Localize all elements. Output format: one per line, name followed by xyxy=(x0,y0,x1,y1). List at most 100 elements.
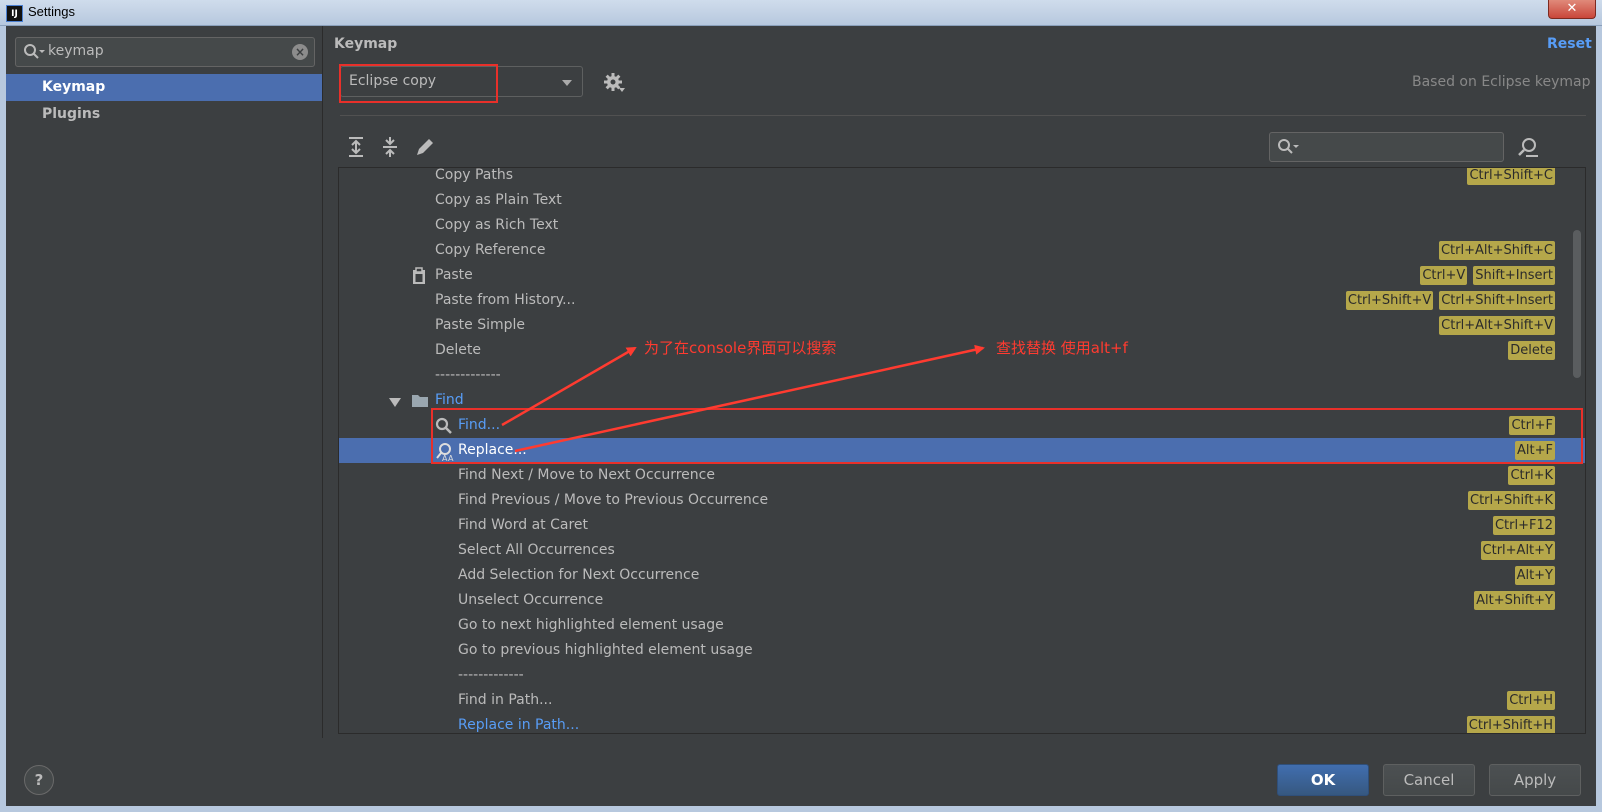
sidebar-item-plugins[interactable]: Plugins xyxy=(6,101,322,128)
shortcut-list: Ctrl+H xyxy=(1507,691,1555,710)
action-row[interactable]: Paste Ctrl+V Shift+Insert xyxy=(339,263,1585,288)
action-label: Find Next / Move to Next Occurrence xyxy=(458,467,715,483)
folder-icon xyxy=(411,392,429,417)
action-label: Select All Occurrences xyxy=(458,542,615,558)
settings-search-field[interactable]: × xyxy=(15,37,315,67)
action-label: Paste xyxy=(435,267,473,283)
shortcut-list: Ctrl+Shift+V Ctrl+Shift+Insert xyxy=(1345,291,1555,310)
action-label: Find Previous / Move to Previous Occurre… xyxy=(458,492,769,508)
tree-scrollbar[interactable] xyxy=(1573,230,1581,378)
shortcut-list: Ctrl+Alt+Y xyxy=(1480,541,1555,560)
shortcut-badge: Ctrl+Shift+Insert xyxy=(1439,291,1555,310)
shortcut-badge: Ctrl+Alt+Shift+C xyxy=(1438,241,1555,260)
settings-sidebar: × Keymap Plugins xyxy=(6,26,323,738)
chevron-down-icon xyxy=(562,80,572,86)
header-divider xyxy=(340,115,1586,116)
help-button[interactable]: ? xyxy=(24,765,54,795)
tree-group-row[interactable]: Find xyxy=(339,388,1585,413)
page-title: Keymap xyxy=(334,36,398,52)
edit-pencil-icon[interactable] xyxy=(415,136,435,158)
shortcut-list: Ctrl+Shift+C xyxy=(1467,168,1555,185)
shortcut-badge: Alt+Shift+Y xyxy=(1474,591,1555,610)
reset-link[interactable]: Reset xyxy=(1547,36,1592,52)
action-label: Copy as Rich Text xyxy=(435,217,559,233)
action-label: Replace... xyxy=(458,442,527,458)
action-row[interactable]: Paste from History... Ctrl+Shift+V Ctrl+Sh… xyxy=(339,288,1585,313)
shortcut-list: Ctrl+F12 xyxy=(1492,516,1555,535)
clear-search-icon[interactable]: × xyxy=(292,44,308,60)
clipboard-icon xyxy=(411,267,427,294)
action-label: Find xyxy=(435,392,464,408)
keymap-select[interactable]: Eclipse copy xyxy=(340,66,583,97)
intellij-app-icon: IJ xyxy=(6,5,23,22)
action-row[interactable]: Replace in Path... Ctrl+Shift+H xyxy=(339,713,1585,733)
action-row[interactable]: Find in Path... Ctrl+H xyxy=(339,688,1585,713)
action-label: Delete xyxy=(435,342,481,358)
action-label: Paste Simple xyxy=(435,317,526,333)
shortcut-badge: Delete xyxy=(1508,341,1555,360)
gear-icon[interactable] xyxy=(604,73,628,95)
shortcut-badge: Ctrl+F12 xyxy=(1492,516,1555,535)
find-by-shortcut-icon[interactable] xyxy=(1517,136,1539,158)
action-row[interactable]: Unselect Occurrence Alt+Shift+Y xyxy=(339,588,1585,613)
collapse-all-icon[interactable] xyxy=(380,136,400,158)
action-row[interactable]: Add Selection for Next Occurrence Alt+Y xyxy=(339,563,1585,588)
shortcut-filter-input[interactable] xyxy=(1304,137,1494,153)
sidebar-item-keymap[interactable]: Keymap xyxy=(6,74,322,101)
action-row[interactable]: Find... Ctrl+F xyxy=(339,413,1585,438)
action-label: Find Word at Caret xyxy=(458,517,588,533)
cancel-button[interactable]: Cancel xyxy=(1383,764,1475,796)
window-close-button[interactable]: ✕ xyxy=(1548,0,1596,19)
settings-search-input[interactable] xyxy=(48,43,278,59)
action-row[interactable]: Find Next / Move to Next Occurrence Ctrl+… xyxy=(339,463,1585,488)
search-dropdown-icon[interactable] xyxy=(22,42,46,62)
shortcut-badge: Ctrl+Shift+K xyxy=(1468,491,1555,510)
action-row[interactable]: Copy Reference Ctrl+Alt+Shift+C xyxy=(339,238,1585,263)
action-row[interactable]: Copy as Plain Text xyxy=(339,188,1585,213)
ok-button[interactable]: OK xyxy=(1277,764,1369,796)
window-title-bar: IJ Settings ✕ xyxy=(0,0,1602,26)
expand-arrow-icon[interactable] xyxy=(389,398,401,407)
shortcut-list: Alt+F xyxy=(1515,441,1555,460)
action-label: Copy as Plain Text xyxy=(435,192,562,208)
action-row[interactable]: Find Previous / Move to Previous Occurre… xyxy=(339,488,1585,513)
annotation-note-find-replace: 查找替换 使用alt+f xyxy=(996,339,1128,357)
annotation-note-console-search: 为了在console界面可以搜索 xyxy=(644,339,837,357)
action-label: Go to previous highlighted element usage xyxy=(458,642,753,658)
action-row[interactable]: Find Word at Caret Ctrl+F12 xyxy=(339,513,1585,538)
action-row[interactable]: Delete Delete xyxy=(339,338,1585,363)
shortcut-badge: Ctrl+F xyxy=(1509,416,1555,435)
shortcut-badge: Ctrl+H xyxy=(1507,691,1555,710)
shortcut-list: Alt+Shift+Y xyxy=(1474,591,1555,610)
search-dropdown-icon[interactable] xyxy=(1276,137,1300,157)
action-row[interactable]: Select All Occurrences Ctrl+Alt+Y xyxy=(339,538,1585,563)
action-row[interactable]: ------------- xyxy=(339,363,1585,388)
action-row[interactable]: Copy as Rich Text xyxy=(339,213,1585,238)
action-row[interactable]: A A Replace... Alt+F xyxy=(339,438,1585,463)
shortcut-list: Ctrl+Shift+K xyxy=(1468,491,1555,510)
action-row[interactable]: Paste Simple Ctrl+Alt+Shift+V xyxy=(339,313,1585,338)
action-row[interactable]: Go to previous highlighted element usage xyxy=(339,638,1585,663)
expand-all-icon[interactable] xyxy=(346,136,366,158)
shortcut-badge: Ctrl+V xyxy=(1420,266,1468,285)
svg-text:A: A xyxy=(448,454,454,462)
action-label: ------------- xyxy=(435,367,501,383)
shortcut-list: Ctrl+F xyxy=(1509,416,1555,435)
action-row[interactable]: ------------- xyxy=(339,663,1585,688)
based-on-label: Based on Eclipse keymap xyxy=(1412,74,1591,90)
shortcut-list: Ctrl+K xyxy=(1508,466,1555,485)
action-label: Find in Path... xyxy=(458,692,553,708)
shortcut-filter-field[interactable] xyxy=(1269,132,1504,162)
shortcut-list: Ctrl+Shift+H xyxy=(1466,716,1555,733)
shortcut-badge: Ctrl+K xyxy=(1508,466,1555,485)
apply-button[interactable]: Apply xyxy=(1489,764,1581,796)
keymap-action-tree[interactable]: Replace in Path... Ctrl+Shift+H Find in Pa… xyxy=(338,167,1586,734)
action-label: ------------- xyxy=(458,667,524,683)
action-row[interactable]: Copy Paths Ctrl+Shift+C xyxy=(339,167,1585,188)
action-label: Copy Paths xyxy=(435,167,514,183)
shortcut-badge: Alt+Y xyxy=(1514,566,1555,585)
action-row[interactable]: Go to next highlighted element usage xyxy=(339,613,1585,638)
action-label: Unselect Occurrence xyxy=(458,592,604,608)
action-label: Paste from History... xyxy=(435,292,576,308)
action-label: Go to next highlighted element usage xyxy=(458,617,724,633)
